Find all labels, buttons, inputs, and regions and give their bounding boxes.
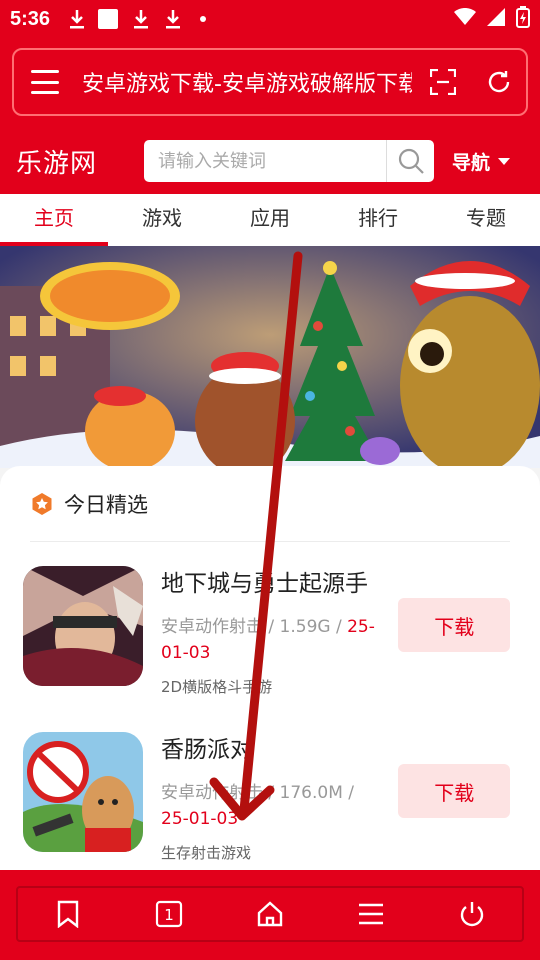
app-name[interactable]: 香肠派对 (161, 730, 380, 764)
home-icon[interactable] (250, 894, 290, 934)
tab-apps[interactable]: 应用 (216, 194, 324, 246)
section-title: 今日精选 (64, 492, 148, 517)
wifi-icon (454, 7, 476, 30)
download-icon (162, 8, 184, 30)
reload-icon[interactable] (486, 69, 512, 95)
banner-artwork (0, 246, 540, 468)
tab-topics[interactable]: 专题 (432, 194, 540, 246)
toolbar-buttons: 1 (16, 886, 524, 942)
search-box (144, 140, 434, 182)
search-button[interactable] (386, 140, 434, 182)
browser-toolbar: 1 (0, 870, 540, 960)
app-category-size: 安卓动作射击 / 1.59G / (161, 617, 348, 637)
section-header: 今日精选 (30, 466, 510, 542)
nav-label: 导航 (452, 151, 491, 174)
address-bar[interactable]: 安卓游戏下载-安卓游戏破解版下载 (12, 48, 528, 116)
search-icon (398, 148, 424, 174)
app-list-item[interactable]: 地下城与勇士起源手 安卓动作射击 / 1.59G / 25-01-03 2D横版… (23, 542, 510, 708)
app-name[interactable]: 地下城与勇士起源手 (161, 564, 380, 598)
download-icon (130, 8, 152, 30)
download-button[interactable]: 下载 (398, 764, 510, 818)
caret-down-icon (498, 157, 511, 165)
menu-icon[interactable] (28, 67, 62, 97)
dot-icon (200, 16, 207, 22)
star-badge-icon (30, 492, 54, 516)
download-icon (66, 8, 88, 30)
app-icon[interactable] (23, 566, 143, 686)
notification-square-icon (98, 9, 119, 29)
app-description: 生存射击游戏 (161, 844, 252, 862)
svg-text:1: 1 (164, 906, 174, 924)
power-icon[interactable] (452, 894, 492, 934)
tab-games[interactable]: 游戏 (108, 194, 216, 246)
nav-dropdown[interactable]: 导航 (452, 148, 511, 175)
promo-banner[interactable] (0, 246, 540, 468)
signal-icon (486, 7, 506, 31)
menu-icon[interactable] (351, 894, 391, 934)
app-description: 2D横版格斗手游 (161, 678, 273, 696)
page-title[interactable]: 安卓游戏下载-安卓游戏破解版下载 (82, 66, 412, 98)
bookmark-icon[interactable] (48, 894, 88, 934)
tab-ranking[interactable]: 排行 (324, 194, 432, 246)
app-meta: 安卓动作射击 / 1.59G / 25-01-03 (161, 614, 380, 666)
download-button[interactable]: 下载 (398, 598, 510, 652)
status-time: 5:36 (10, 7, 51, 30)
tab-bar: 主页 游戏 应用 排行 专题 (0, 194, 540, 246)
site-header: 乐游网 导航 (0, 128, 540, 194)
browser-bar: 安卓游戏下载-安卓游戏破解版下载 (0, 38, 540, 128)
app-category-size: 安卓动作射击 / 176.0M / (161, 783, 355, 803)
featured-section: 今日精选 地下城与勇士起源手 安卓动作射击 / 1.59G / 25-01-03… (0, 466, 540, 870)
app-date: 25-01-03 (161, 809, 239, 829)
battery-icon (516, 6, 530, 32)
scan-icon[interactable] (429, 68, 457, 96)
app-info: 地下城与勇士起源手 安卓动作射击 / 1.59G / 25-01-03 2D横版… (161, 564, 380, 697)
site-logo[interactable]: 乐游网 (16, 143, 144, 180)
search-input[interactable] (144, 140, 386, 182)
app-list-item[interactable]: 香肠派对 安卓动作射击 / 176.0M / 25-01-03 生存射击游戏 下… (23, 708, 510, 870)
app-info: 香肠派对 安卓动作射击 / 176.0M / 25-01-03 生存射击游戏 (161, 730, 380, 863)
app-meta: 安卓动作射击 / 176.0M / 25-01-03 (161, 780, 380, 832)
app-icon[interactable] (23, 732, 143, 852)
tabs-count-icon[interactable]: 1 (149, 894, 189, 934)
status-bar: 5:36 (0, 0, 540, 38)
tab-home[interactable]: 主页 (0, 194, 108, 246)
